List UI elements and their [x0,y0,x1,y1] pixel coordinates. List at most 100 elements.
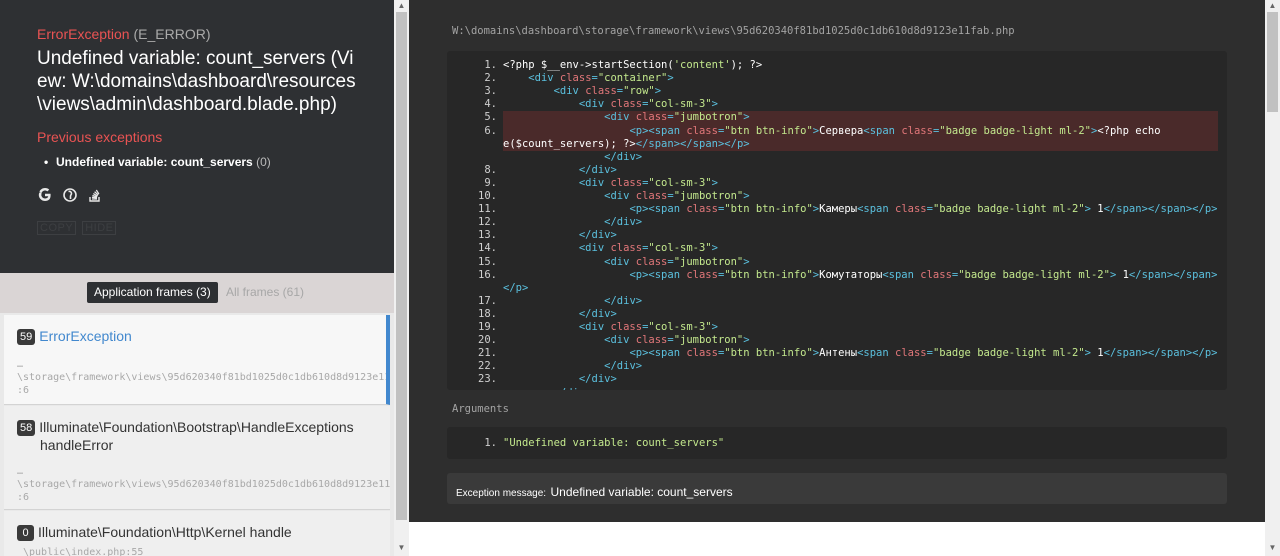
tab-application-frames[interactable]: Application frames (3) [87,282,218,303]
code-line-source: </div> [503,387,592,391]
code-line: 12. </div> [447,216,1227,229]
google-icon[interactable] [37,187,52,202]
scroll-down-icon[interactable]: ▼ [1265,542,1280,554]
code-line-number: 6. [484,124,497,137]
code-line-number: 22. [478,360,497,373]
frame-method: handleError [40,437,114,453]
code-line-source: <div class="col-sm-3"> [578,321,718,333]
exception-message-text: Undefined variable: count_servers [550,485,733,499]
code-line-number: 23. [478,373,497,386]
code-viewer: 1. <?php $__env->startSection('content');… [447,51,1227,390]
copy-button[interactable]: COPY [37,221,77,235]
code-line: 8. </div> [447,164,1227,177]
scroll-down-icon[interactable]: ▼ [394,542,409,554]
code-line-number: 5. [484,111,497,124]
code-line-source: </div> [578,373,617,386]
code-line-source: e($count_servers); ?></span></span></p> [503,137,750,150]
code-line-source: <div class="col-sm-3"> [578,242,718,255]
code-line-source: <div class="row"> [553,85,662,98]
code-line-source: </div> [578,229,617,242]
code-line: 6. <p><span class="btn btn-info">Сервера… [447,125,1227,138]
code-line-source: </div> [604,294,643,307]
code-line-number: 8. [484,163,497,176]
code-line-number: 3. [484,85,497,98]
left-scrollbar-thumb[interactable] [396,12,407,520]
argument-number: 1. [484,437,497,449]
duckduckgo-icon[interactable] [62,187,77,202]
argument-value: "Undefined variable: count_servers" [503,437,725,449]
frame-item[interactable]: 0 Illuminate\Foundation\Http\Kernel handl… [4,511,390,556]
exception-message-box: Exception message: Undefined variable: c… [447,473,1227,504]
frame-file-path: \storage\framework\views\95d620340f81bd1… [17,372,390,383]
code-line-source: </div> [604,360,643,373]
code-panel: W:\domains\dashboard\storage\framework\v… [409,0,1265,522]
code-line-source: <div class="jumbotron"> [604,111,750,124]
code-line-number: 1. [484,59,497,71]
code-file-path[interactable]: W:\domains\dashboard\storage\framework\v… [452,25,1015,37]
code-line-source: </div> [604,216,643,229]
frame-dots: … [17,466,24,477]
code-line: 23. </div> [447,373,1227,386]
frame-file-path: \storage\framework\views\95d620340f81bd1… [17,479,390,490]
previous-exception-item: Undefined variable: count_servers (0) [37,155,357,170]
code-line: 22. </div> [447,360,1227,373]
code-line: 11. <p><span class="btn btn-info">Камеры… [447,203,1227,216]
scroll-up-icon[interactable]: ▲ [394,0,409,12]
exception-header: ErrorException (E_ERROR) Undefined varia… [0,0,394,273]
right-scrollbar-thumb[interactable] [1267,12,1278,112]
hide-button[interactable]: HIDE [82,221,117,235]
code-line: 16. <p><span class="btn btn-info">Комута… [447,269,1227,282]
tab-all-frames[interactable]: All frames (61) [226,282,304,303]
code-line: 14. <div class="col-sm-3"> [447,242,1227,255]
code-line-source: <?php $__env->startSection('content'); ?… [503,59,763,71]
code-line-source: <p><span class="btn btn-info">Комутаторы… [629,268,1218,281]
exception-type: ErrorException (E_ERROR) [37,26,357,43]
frame-item[interactable]: 58 Illuminate\Foundation\Bootstrap\Handle… [4,406,390,510]
code-line-number: 18. [478,307,497,320]
header-buttons: COPY HIDE [37,221,357,235]
code-line-number: 17. [478,294,497,307]
code-line: 13. </div> [447,229,1227,242]
exception-level: (E_ERROR) [133,26,211,42]
code-line: </div> [447,151,1227,164]
code-line: 19. <div class="col-sm-3"> [447,321,1227,334]
frame-number: 58 [17,420,36,436]
code-line-number: 19. [478,321,497,333]
code-line-number: 14. [478,242,497,255]
right-scrollbar[interactable]: ▲ ▼ [1265,0,1280,556]
arguments-title: Arguments [452,403,509,415]
whoops-error-page: ErrorException (E_ERROR) Undefined varia… [0,0,1280,556]
code-line-number: 2. [484,72,497,85]
frame-class: Illuminate\Foundation\Bootstrap\HandleEx… [39,419,354,435]
code-line-source: </p> [503,281,529,294]
code-line-source: </div> [604,150,643,163]
code-line-source: <div class="col-sm-3"> [578,98,718,111]
left-scrollbar[interactable]: ▲ ▼ [394,0,409,556]
frame-file-path: \public\index.php:55 [23,547,144,556]
code-line-number: 15. [478,255,497,268]
code-line-source: <div class="container"> [528,72,674,85]
frame-class: Illuminate\Foundation\Http\Kernel handle [38,524,292,540]
stackoverflow-icon[interactable] [87,187,102,202]
frame-number: 0 [17,525,34,541]
exception-message-label: Exception message: [456,488,547,499]
code-line-number: 9. [484,176,497,189]
code-line-source: <div class="jumbotron"> [604,334,750,347]
code-line-number: 11. [478,203,497,216]
code-line-number: 20. [478,334,497,347]
exception-message: Undefined variable: count_servers (View:… [37,48,356,115]
code-line: 1. <?php $__env->startSection('content');… [447,59,1227,72]
code-line: 21. <p><span class="btn btn-info">Антены… [447,347,1227,360]
code-line: 18. </div> [447,308,1227,321]
code-line: 4. <div class="col-sm-3"> [447,98,1227,111]
page-bottom-area [409,522,1265,556]
code-line-source: </div> [578,163,617,176]
previous-exception-text: Undefined variable: count_servers [56,155,253,169]
code-line: 10. <div class="jumbotron"> [447,190,1227,203]
code-line-source: <p><span class="btn btn-info">Сервера<sp… [629,124,1161,137]
code-line: </div> [447,387,1227,391]
code-line-number: 4. [484,98,497,111]
frame-item[interactable]: 59 ErrorException … \storage\framework\vi… [4,315,390,405]
code-line-source: <div class="col-sm-3"> [578,176,718,189]
scroll-up-icon[interactable]: ▲ [1265,0,1280,12]
